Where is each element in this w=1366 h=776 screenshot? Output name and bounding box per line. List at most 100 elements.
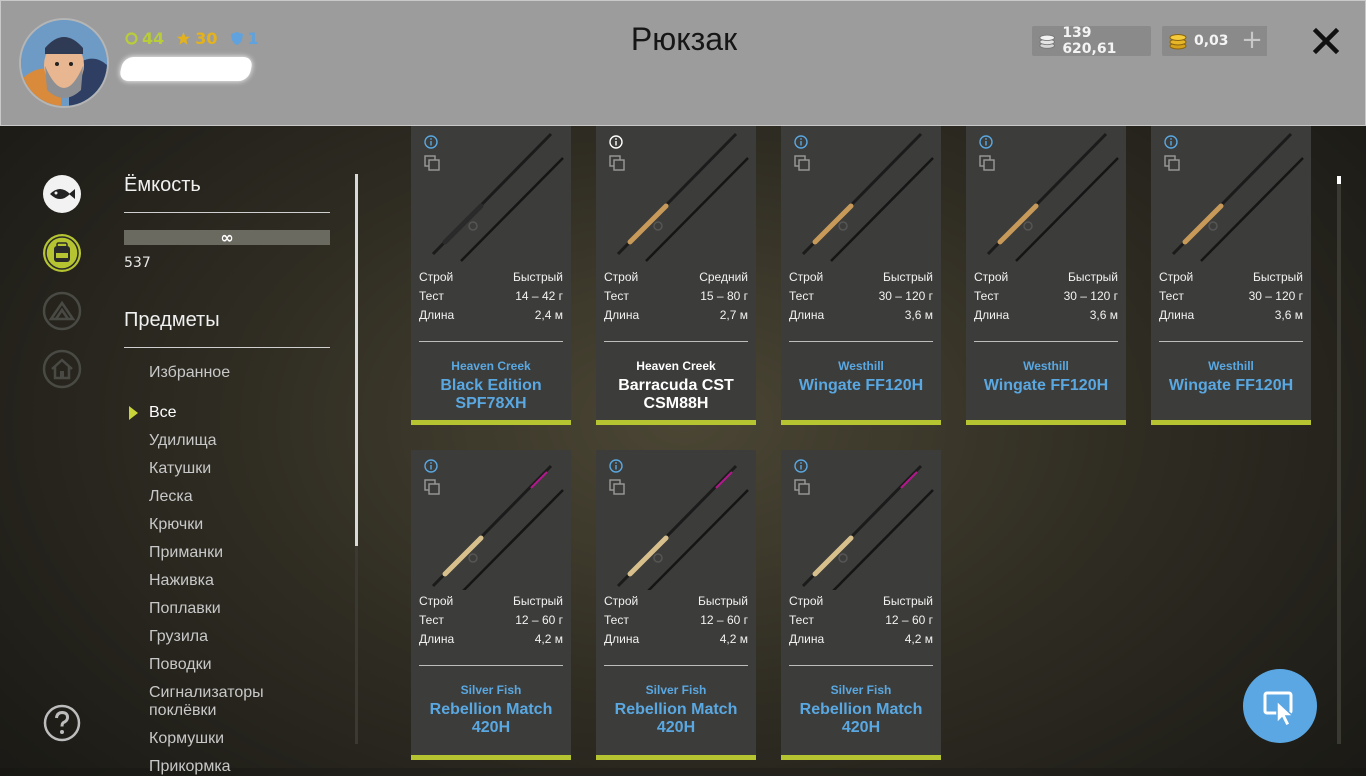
category-item[interactable]: Поводки xyxy=(149,656,212,674)
spec-row: Строй Быстрый xyxy=(789,270,933,284)
help-icon xyxy=(43,704,81,742)
sidebar-scrollbar[interactable] xyxy=(355,174,358,744)
spec-value: Быстрый xyxy=(513,594,563,608)
spec-value: 30 – 120 г xyxy=(878,289,933,303)
category-item[interactable]: Кормушки xyxy=(149,730,224,748)
spec-value: 2,7 м xyxy=(719,308,748,322)
spec-row: Тест 30 – 120 г xyxy=(1159,289,1303,303)
category-item[interactable]: Катушки xyxy=(149,460,211,478)
category-item[interactable]: Все xyxy=(149,404,177,422)
spec-row: Длина 4,2 м xyxy=(604,632,748,646)
spec-value: 4,2 м xyxy=(719,632,748,646)
fish-tab[interactable] xyxy=(42,174,82,214)
spec-row: Длина 4,2 м xyxy=(789,632,933,646)
home-icon xyxy=(42,349,82,389)
silver-coins-icon xyxy=(1039,34,1055,49)
info-icon[interactable] xyxy=(609,459,623,473)
spec-label: Длина xyxy=(1159,308,1195,322)
spec-label: Тест xyxy=(419,289,444,303)
fish-icon xyxy=(43,175,81,213)
card-divider xyxy=(419,665,563,666)
item-card[interactable]: Строй Быстрый Тест 12 – 60 г Длина 4,2 м Silve… xyxy=(596,450,756,760)
cursor-mode-button[interactable] xyxy=(1243,669,1317,743)
compare-icon[interactable] xyxy=(979,155,995,171)
info-icon[interactable] xyxy=(424,135,438,149)
close-button[interactable] xyxy=(1310,25,1342,57)
item-card[interactable]: Строй Быстрый Тест 30 – 120 г Длина 3,6 м West… xyxy=(1151,126,1311,425)
cursor-select-icon xyxy=(1263,691,1295,728)
compare-icon[interactable] xyxy=(794,479,810,495)
category-item[interactable]: Сигнализаторы поклёвки xyxy=(149,684,279,720)
item-brand: Heaven Creek xyxy=(451,359,531,373)
info-icon[interactable] xyxy=(609,135,623,149)
backpack-tab[interactable] xyxy=(42,233,82,273)
item-model: Wingate FF120H xyxy=(983,377,1109,394)
item-brand: Silver Fish xyxy=(830,683,892,697)
compare-icon[interactable] xyxy=(609,479,625,495)
spec-label: Тест xyxy=(974,289,999,303)
sidebar-scroll-thumb[interactable] xyxy=(355,174,358,546)
spec-row: Строй Средний xyxy=(604,270,748,284)
spec-label: Длина xyxy=(419,308,455,322)
info-icon[interactable] xyxy=(979,135,993,149)
spec-row: Тест 30 – 120 г xyxy=(789,289,933,303)
item-model: Wingate FF120H xyxy=(1168,377,1294,394)
spec-label: Длина xyxy=(604,308,640,322)
info-icon[interactable] xyxy=(794,459,808,473)
card-divider xyxy=(789,665,933,666)
category-item[interactable]: Леска xyxy=(149,488,193,506)
add-currency-button[interactable]: + xyxy=(1237,26,1267,56)
category-item[interactable]: Прикормка xyxy=(149,758,231,776)
spec-value: 12 – 60 г xyxy=(515,613,563,627)
compare-icon[interactable] xyxy=(1164,155,1180,171)
item-card[interactable]: Строй Средний Тест 15 – 80 г Длина 2,7 м Heave… xyxy=(596,126,756,425)
spec-label: Строй xyxy=(604,270,639,284)
info-icon[interactable] xyxy=(1164,135,1178,149)
category-item[interactable]: Грузила xyxy=(149,628,208,646)
spec-row: Длина 3,6 м xyxy=(974,308,1118,322)
spec-value: Быстрый xyxy=(883,270,933,284)
item-card[interactable]: Строй Быстрый Тест 14 – 42 г Длина 2,4 м Heave… xyxy=(411,126,571,425)
info-icon[interactable] xyxy=(794,135,808,149)
item-card[interactable]: Строй Быстрый Тест 30 – 120 г Длина 3,6 м West… xyxy=(966,126,1126,425)
home-tab xyxy=(42,349,82,389)
capacity-divider xyxy=(124,212,330,213)
spec-value: 3,6 м xyxy=(1274,308,1303,322)
item-card[interactable]: Строй Быстрый Тест 30 – 120 г Длина 3,6 м West… xyxy=(781,126,941,425)
compare-icon[interactable] xyxy=(424,155,440,171)
category-item[interactable]: Поплавки xyxy=(149,600,221,618)
item-brand: Westhill xyxy=(1023,359,1069,373)
item-model: Rebellion Match 420H xyxy=(614,701,738,736)
item-model: Rebellion Match 420H xyxy=(799,701,923,736)
item-brand: Heaven Creek xyxy=(636,359,716,373)
category-item[interactable]: Приманки xyxy=(149,544,223,562)
spec-row: Строй Быстрый xyxy=(419,270,563,284)
item-brand: Westhill xyxy=(1208,359,1254,373)
silver-value: 139 620,61 xyxy=(1062,25,1117,57)
spec-label: Длина xyxy=(604,632,640,646)
help-button[interactable] xyxy=(43,704,81,742)
gold-value: 0,03 xyxy=(1194,33,1229,49)
info-icon[interactable] xyxy=(424,459,438,473)
grid-scrollbar[interactable] xyxy=(1337,176,1341,744)
item-brand: Westhill xyxy=(838,359,884,373)
grid-scroll-thumb[interactable] xyxy=(1337,176,1341,184)
category-item[interactable]: Наживка xyxy=(149,572,214,590)
spec-value: 4,2 м xyxy=(534,632,563,646)
spec-value: 15 – 80 г xyxy=(700,289,748,303)
compare-icon[interactable] xyxy=(609,155,625,171)
capacity-count: 537 xyxy=(124,255,151,271)
category-item[interactable]: Избранное xyxy=(149,364,230,382)
category-item[interactable]: Крючки xyxy=(149,516,203,534)
compare-icon[interactable] xyxy=(794,155,810,171)
capacity-bar: ∞ xyxy=(124,230,330,246)
item-card[interactable]: Строй Быстрый Тест 12 – 60 г Длина 4,2 м Silve… xyxy=(781,450,941,760)
gold-coins-icon xyxy=(1169,34,1187,50)
item-card[interactable]: Строй Быстрый Тест 12 – 60 г Длина 4,2 м Silve… xyxy=(411,450,571,760)
card-divider xyxy=(604,341,748,342)
spec-value: 12 – 60 г xyxy=(885,613,933,627)
spec-row: Длина 4,2 м xyxy=(419,632,563,646)
item-model: Barracuda CST CSM88H xyxy=(618,377,734,412)
category-item[interactable]: Удилища xyxy=(149,432,217,450)
compare-icon[interactable] xyxy=(424,479,440,495)
